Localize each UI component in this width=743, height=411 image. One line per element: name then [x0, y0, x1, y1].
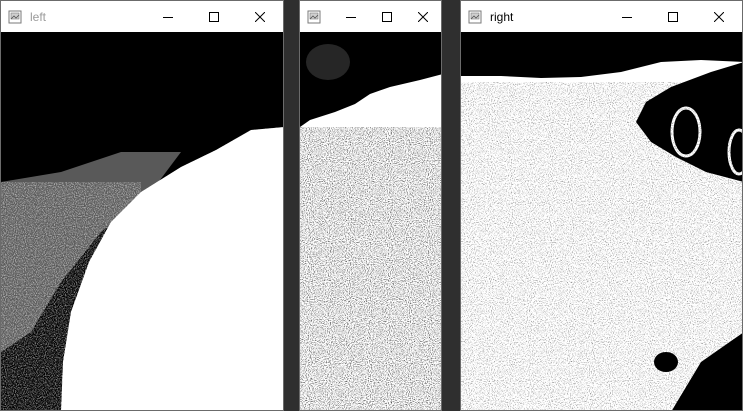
app-icon	[307, 10, 321, 23]
desktop: left right	[0, 0, 743, 411]
window-left: left	[0, 0, 284, 411]
threshold-image-middle	[300, 32, 441, 410]
maximize-button[interactable]	[369, 1, 405, 32]
minimize-button[interactable]	[333, 1, 369, 32]
maximize-icon	[668, 11, 678, 22]
close-button[interactable]	[405, 1, 441, 32]
close-icon	[418, 11, 428, 22]
close-icon	[255, 11, 265, 22]
minimize-button[interactable]	[604, 1, 650, 32]
maximize-icon	[209, 11, 219, 22]
titlebar-middle[interactable]	[300, 1, 441, 32]
threshold-image-right	[461, 32, 742, 410]
minimize-icon	[622, 16, 632, 18]
threshold-image-left	[1, 32, 283, 410]
minimize-button[interactable]	[145, 1, 191, 32]
titlebar-left[interactable]: left	[1, 1, 283, 32]
minimize-icon	[346, 16, 356, 18]
maximize-button[interactable]	[191, 1, 237, 32]
close-button[interactable]	[696, 1, 742, 32]
maximize-button[interactable]	[650, 1, 696, 32]
maximize-icon	[382, 11, 392, 22]
window-right: right	[460, 0, 743, 411]
image-canvas-right	[461, 32, 742, 410]
close-icon	[714, 11, 724, 22]
titlebar-right[interactable]: right	[461, 1, 742, 32]
minimize-icon	[163, 16, 173, 18]
image-canvas-left	[1, 32, 283, 410]
close-button[interactable]	[237, 1, 283, 32]
image-canvas-middle	[300, 32, 441, 410]
app-icon	[468, 10, 482, 23]
app-icon	[8, 10, 22, 23]
window-middle	[299, 0, 442, 411]
window-title: left	[30, 9, 47, 24]
window-title: right	[490, 9, 514, 24]
